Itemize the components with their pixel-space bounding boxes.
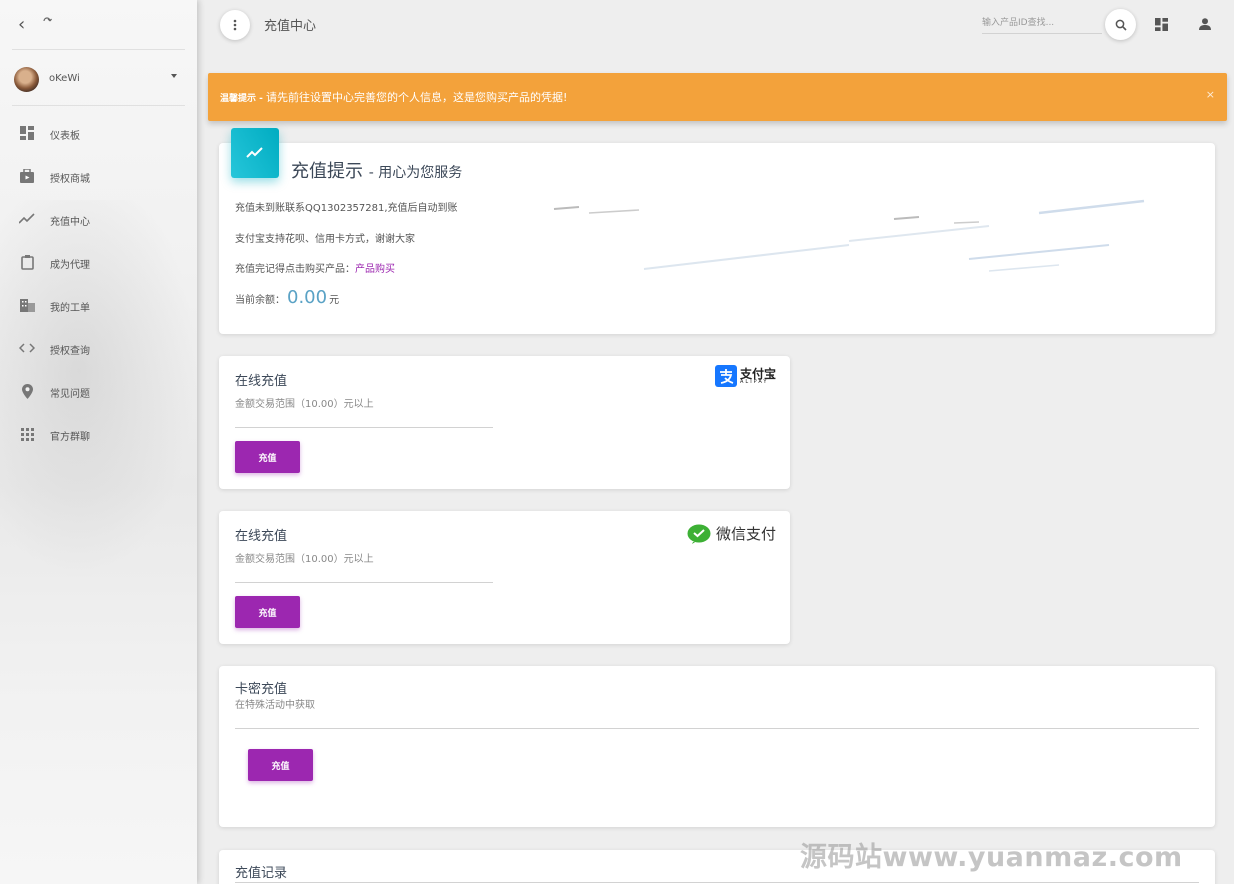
sidebar-item-label: 常见问题 xyxy=(50,389,90,400)
sidebar-item-agent[interactable]: 成为代理 xyxy=(0,242,197,285)
person-icon[interactable] xyxy=(1198,17,1212,31)
sidebar-nav: 仪表板 授权商城 充值中心 成为代理 我的工单 授权查询 常见问题 官方群聊 xyxy=(0,113,197,457)
sidebar-item-label: 官方群聊 xyxy=(50,432,90,443)
search-input[interactable] xyxy=(982,12,1102,34)
apps-grid-icon xyxy=(19,426,35,442)
wechat-recharge-card: 在线充值 金额交易范围（10.00）元以上 充值 微信支付 xyxy=(219,511,790,644)
sidebar-item-query[interactable]: 授权查询 xyxy=(0,328,197,371)
alipay-logo-cn: 支付宝 xyxy=(739,366,776,381)
close-icon[interactable]: × xyxy=(1206,88,1215,101)
chevron-left-icon[interactable]: ‹ xyxy=(18,14,25,35)
trending-icon xyxy=(19,211,35,227)
sidebar-item-label: 我的工单 xyxy=(50,303,90,314)
card-range: 金额交易范围（10.00）元以上 xyxy=(235,554,374,565)
wechat-pay-logo: 微信支付 xyxy=(687,523,776,544)
page-title: 充值中心 xyxy=(264,19,317,34)
code-icon xyxy=(19,340,35,356)
trending-icon xyxy=(231,128,279,178)
info-subtitle: - 用心为您服务 xyxy=(368,165,463,181)
sidebar-item-label: 成为代理 xyxy=(50,260,90,271)
more-vertical-button[interactable] xyxy=(220,10,250,40)
recharge-info-card: 充值提示 - 用心为您服务 充值未到账联系QQ1302357281,充值后自动到… xyxy=(219,128,1215,334)
sidebar-item-tickets[interactable]: 我的工单 xyxy=(0,285,197,328)
sidebar-item-shop[interactable]: 授权商城 xyxy=(0,156,197,199)
records-divider xyxy=(235,882,1199,883)
user-profile[interactable]: oKeWi xyxy=(12,50,185,106)
balance: 当前余额： 0.00 元 xyxy=(235,287,339,308)
balance-unit: 元 xyxy=(329,295,340,306)
card-range: 金额交易范围（10.00）元以上 xyxy=(235,399,374,410)
sidebar-item-recharge[interactable]: 充值中心 xyxy=(0,199,197,242)
alipay-logo: 支付宝 ALIPAY xyxy=(714,365,776,387)
alipay-recharge-button[interactable]: 充值 xyxy=(235,441,300,473)
search-icon xyxy=(1115,19,1127,31)
search-button[interactable] xyxy=(1105,9,1136,40)
wechat-pay-icon xyxy=(687,524,711,544)
balance-value: 0.00 xyxy=(287,287,328,308)
card-title: 卡密充值 xyxy=(235,682,288,697)
product-purchase-link[interactable]: 产品购买 xyxy=(355,264,395,275)
card-title: 在线充值 xyxy=(235,529,288,544)
amount-field-underline[interactable] xyxy=(235,582,493,583)
wechat-recharge-button[interactable]: 充值 xyxy=(235,596,300,628)
alipay-recharge-card: 在线充值 金额交易范围（10.00）元以上 充值 支付宝 ALIPAY xyxy=(219,356,790,489)
card-code-field-underline[interactable] xyxy=(235,728,1199,729)
card-password-recharge-card: 卡密充值 在特殊活动中获取 充值 xyxy=(219,666,1215,827)
dashboard-icon[interactable] xyxy=(1154,17,1168,31)
watermark: 源码站www.yuanmaz.com xyxy=(800,842,1183,873)
sidebar-item-group[interactable]: 官方群聊 xyxy=(0,414,197,457)
more-vertical-icon xyxy=(233,19,237,31)
topbar: 充值中心 xyxy=(197,0,1234,50)
sidebar-item-faq[interactable]: 常见问题 xyxy=(0,371,197,414)
card-subtitle: 在特殊活动中获取 xyxy=(235,700,315,711)
caret-down-icon[interactable] xyxy=(171,74,177,78)
info-line-contact: 充值未到账联系QQ1302357281,充值后自动到账 xyxy=(235,203,458,214)
sidebar-item-label: 充值中心 xyxy=(50,217,90,228)
alipay-wordmark: 支付宝 ALIPAY xyxy=(740,368,776,385)
warning-alert: 温馨提示 - 请先前往设置中心完善您的个人信息，这是您购买产品的凭据! × xyxy=(208,73,1227,121)
dashboard-icon xyxy=(19,125,35,141)
card-title: 充值记录 xyxy=(235,866,288,881)
alert-label: 温馨提示 - xyxy=(220,94,263,104)
sidebar-item-label: 授权查询 xyxy=(50,346,90,357)
sidebar: ‹ oKeWi 仪表板 授权商城 充值中心 成为代理 我的工单 授权查询 常见问… xyxy=(0,0,197,884)
amount-field-underline[interactable] xyxy=(235,427,493,428)
pin-icon[interactable] xyxy=(42,15,52,29)
wechat-pay-wordmark: 微信支付 xyxy=(715,525,776,543)
alipay-icon xyxy=(714,365,737,387)
card-password-recharge-button[interactable]: 充值 xyxy=(248,749,313,781)
alert-message: 请先前往设置中心完善您的个人信息，这是您购买产品的凭据! xyxy=(266,91,568,104)
info-title-main: 充值提示 xyxy=(291,161,363,182)
building-icon xyxy=(19,297,35,313)
user-name: oKeWi xyxy=(49,73,80,84)
avatar xyxy=(14,67,39,92)
info-line-purchase-text: 充值完记得点击购买产品： xyxy=(235,264,355,275)
shop-bag-icon xyxy=(19,168,35,184)
sidebar-item-label: 仪表板 xyxy=(50,131,80,142)
info-line-purchase: 充值完记得点击购买产品：产品购买 xyxy=(235,260,395,275)
sidebar-item-label: 授权商城 xyxy=(50,174,90,185)
location-pin-icon xyxy=(19,383,35,399)
clipboard-icon xyxy=(19,254,35,270)
sidebar-header: ‹ xyxy=(12,0,185,50)
info-title: 充值提示 - 用心为您服务 xyxy=(291,157,462,183)
info-line-payment: 支付宝支持花呗、信用卡方式，谢谢大家 xyxy=(235,234,415,245)
balance-label: 当前余额： xyxy=(235,295,285,306)
card-title: 在线充值 xyxy=(235,374,288,389)
decorative-streaks xyxy=(553,199,1145,272)
sidebar-item-dashboard[interactable]: 仪表板 xyxy=(0,113,197,156)
